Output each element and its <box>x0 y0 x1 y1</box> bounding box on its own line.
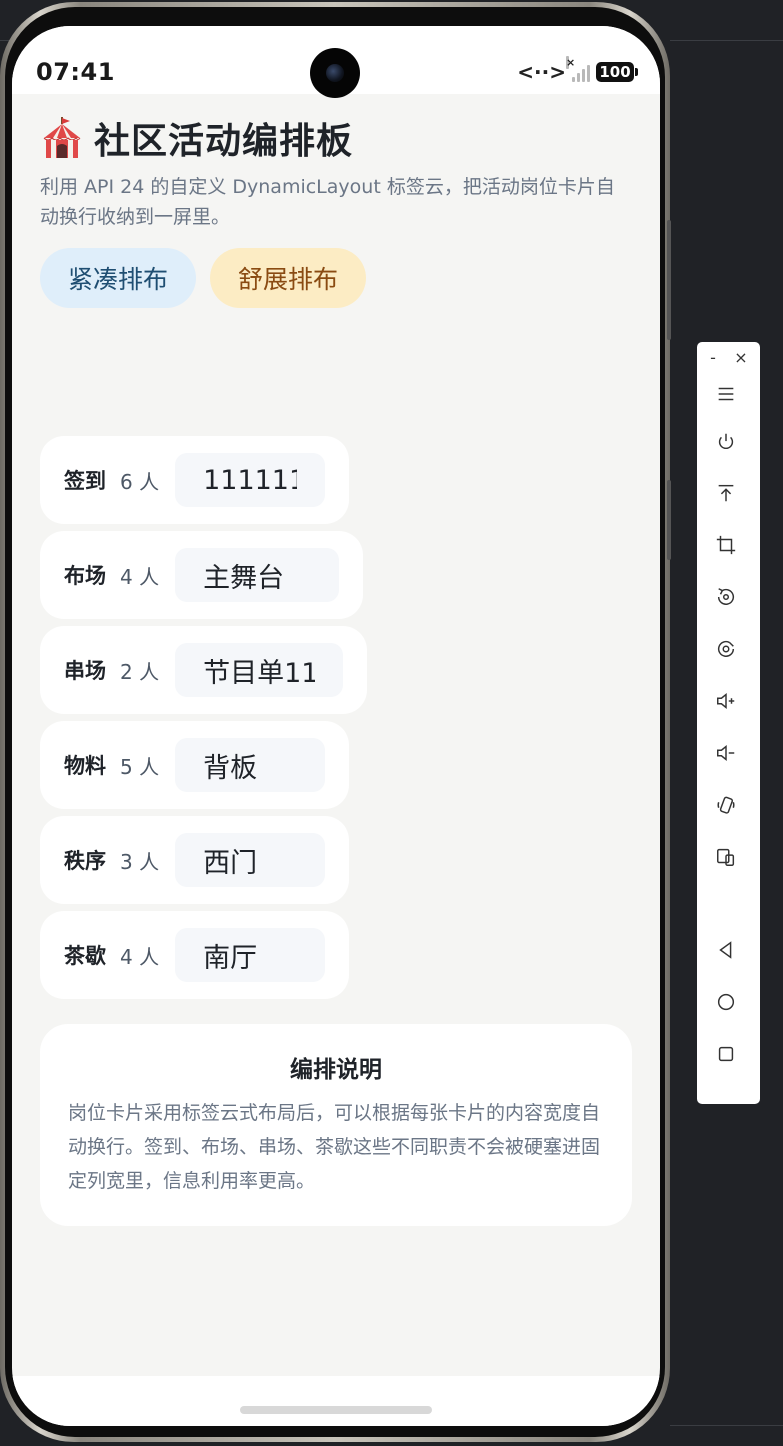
menu-icon[interactable] <box>713 381 739 407</box>
role-name: 签到 <box>64 469 106 493</box>
toolbar-window-controls: - × <box>697 348 760 368</box>
role-name: 物料 <box>64 754 106 778</box>
note-title: 编排说明 <box>290 1057 382 1083</box>
role-card-tea-break: 茶歇 4 人 <box>40 911 350 999</box>
role-location-input[interactable] <box>175 928 326 982</box>
role-headcount: 2 人 <box>120 659 160 684</box>
home-indicator[interactable] <box>240 1406 432 1414</box>
pin-top-icon[interactable] <box>713 480 739 506</box>
screenshot-icon[interactable] <box>713 636 739 662</box>
role-card-cloud: 签到 6 人 布场 4 人 串场 2 人 物料 5 人 秩序 3 人 <box>40 436 632 1006</box>
no-signal-mark-icon: × <box>566 56 576 69</box>
role-headcount: 6 人 <box>120 469 160 494</box>
rotate-icon[interactable] <box>713 584 739 610</box>
role-location-input[interactable] <box>175 833 326 887</box>
role-card-order: 秩序 3 人 <box>40 816 350 904</box>
status-icons: <··> × 100 <box>517 56 638 84</box>
role-name: 布场 <box>64 564 106 588</box>
front-camera <box>310 48 360 98</box>
volume-down-icon[interactable] <box>713 740 739 766</box>
home-icon[interactable] <box>713 989 739 1015</box>
role-name: 茶歇 <box>64 944 106 968</box>
layout-mode-switch: 紧凑排布 舒展排布 <box>40 248 632 308</box>
role-card-setup: 布场 4 人 <box>40 531 364 619</box>
circus-tent-icon <box>43 117 81 158</box>
crop-icon[interactable] <box>713 532 739 558</box>
header: 社区活动编排板 <box>40 114 632 162</box>
role-card-materials: 物料 5 人 <box>40 721 350 809</box>
role-headcount: 4 人 <box>120 564 160 589</box>
layout-note-card: 编排说明 岗位卡片采用标签云式布局后，可以根据每张卡片的内容宽度自动换行。签到、… <box>40 1024 632 1226</box>
role-headcount: 3 人 <box>120 849 160 874</box>
role-headcount: 4 人 <box>120 944 160 969</box>
main-content: 社区活动编排板 利用 API 24 的自定义 DynamicLayout 标签云… <box>40 114 632 308</box>
role-location-input[interactable] <box>175 453 326 507</box>
spacious-layout-button[interactable]: 舒展排布 <box>210 248 367 308</box>
navigation-area <box>12 1376 660 1426</box>
volume-up-icon[interactable] <box>713 688 739 714</box>
close-button[interactable]: × <box>733 350 749 366</box>
shake-icon[interactable] <box>713 792 739 818</box>
battery-icon: 100 <box>596 62 638 82</box>
power-side-button <box>667 480 671 560</box>
power-icon[interactable] <box>713 429 739 455</box>
status-bar: 07:41 <··> × 100 <box>12 26 660 98</box>
emulator-toolbar: - × <box>697 342 760 1104</box>
divider <box>670 40 783 41</box>
role-card-checkin: 签到 6 人 <box>40 436 350 524</box>
back-icon[interactable] <box>713 937 739 963</box>
volume-side-button <box>667 220 671 340</box>
multi-device-icon[interactable] <box>713 844 739 870</box>
phone-screen: 07:41 <··> × 100 社区活动编排板 利用 API 24 的自定义 … <box>12 26 660 1426</box>
role-name: 秩序 <box>64 849 106 873</box>
page-title: 社区活动编排板 <box>94 121 354 162</box>
role-location-input[interactable] <box>175 643 344 697</box>
role-headcount: 5 人 <box>120 754 160 779</box>
network-transfer-icon: <··> <box>517 60 566 84</box>
desktop: 07:41 <··> × 100 社区活动编排板 利用 API 24 的自定义 … <box>0 0 783 1446</box>
page-subtitle: 利用 API 24 的自定义 DynamicLayout 标签云，把活动岗位卡片… <box>40 176 615 228</box>
role-location-input[interactable] <box>175 548 340 602</box>
status-time: 07:41 <box>36 58 115 86</box>
role-name: 串场 <box>64 659 106 683</box>
compact-layout-button[interactable]: 紧凑排布 <box>40 248 197 308</box>
signal-icon: × <box>566 56 590 82</box>
minimize-button[interactable]: - <box>707 350 719 366</box>
recents-icon[interactable] <box>713 1041 739 1067</box>
role-location-input[interactable] <box>175 738 326 792</box>
divider <box>670 1425 783 1426</box>
note-body: 岗位卡片采用标签云式布局后，可以根据每张卡片的内容宽度自动换行。签到、布场、串场… <box>68 1102 601 1192</box>
role-card-host: 串场 2 人 <box>40 626 368 714</box>
